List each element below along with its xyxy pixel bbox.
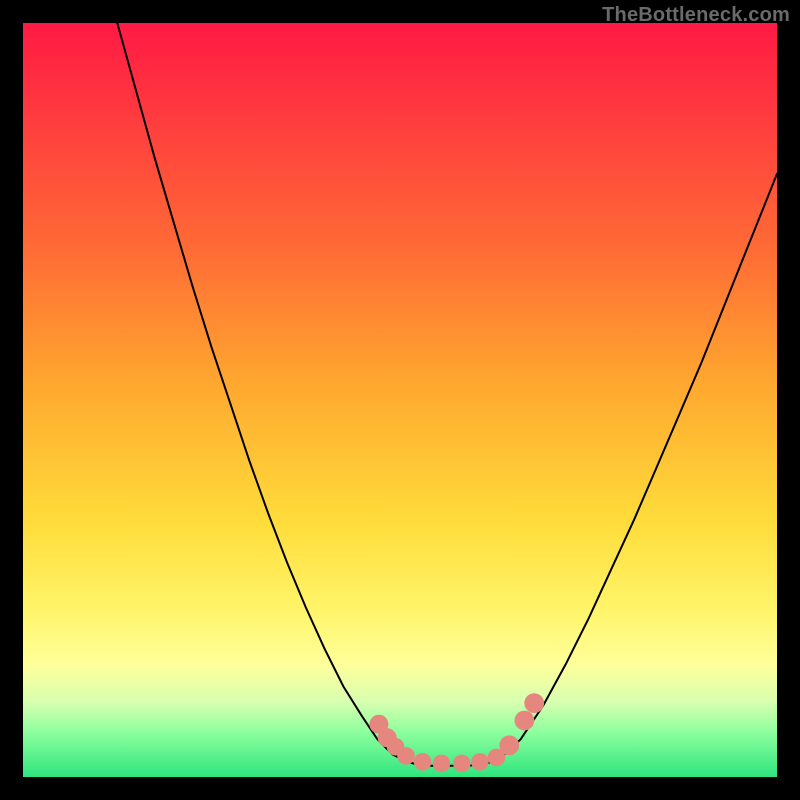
- data-marker: [471, 753, 489, 771]
- data-marker: [524, 693, 544, 713]
- data-marker: [433, 755, 451, 773]
- data-marker: [453, 755, 471, 773]
- data-marker: [515, 711, 535, 731]
- data-marker: [397, 747, 415, 765]
- data-marker: [499, 735, 519, 755]
- data-marker: [414, 753, 432, 771]
- chart-svg: [23, 23, 777, 777]
- watermark-text: TheBottleneck.com: [602, 4, 790, 27]
- curve-left-branch: [117, 23, 407, 762]
- curve-right-branch: [498, 174, 777, 761]
- marker-group: [369, 693, 544, 772]
- plot-area: [23, 23, 777, 777]
